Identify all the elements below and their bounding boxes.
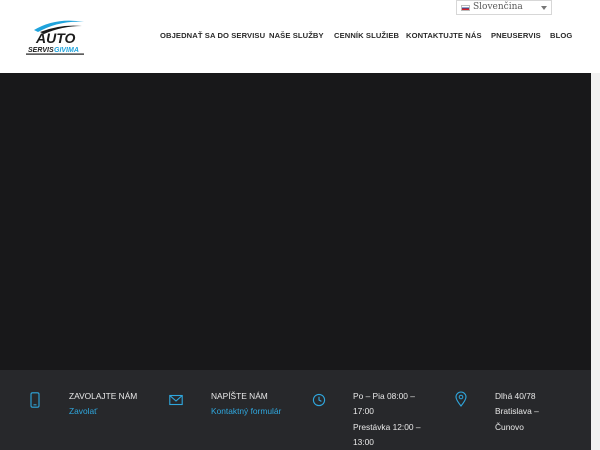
write-title: NAPÍŠTE NÁM xyxy=(211,391,268,401)
contact-form-link[interactable]: Kontaktný formulár xyxy=(211,404,281,419)
main-navigation: OBJEDNAŤ SA DO SERVISU NAŠE SLUŽBY CENNÍ… xyxy=(0,31,600,45)
page-scrollbar-track[interactable] xyxy=(591,73,600,450)
nav-item-pneuservis[interactable]: PNEUSERVIS xyxy=(491,31,541,40)
nav-item-nase-sluzby[interactable]: NAŠE SLUŽBY xyxy=(269,31,324,40)
nav-item-kontakt[interactable]: KONTAKTUJTE NÁS xyxy=(406,31,482,40)
nav-item-cennik[interactable]: CENNÍK SLUŽIEB xyxy=(334,31,399,40)
logo-text-givima: GIVIMA xyxy=(54,47,79,54)
slovak-flag-icon xyxy=(461,4,470,11)
contact-bar: ZAVOLAJTE NÁM Zavolať NAPÍŠTE NÁM Kontak… xyxy=(0,370,591,450)
language-selected-label: Slovenčina xyxy=(473,2,523,12)
hours-line-4: 13:00 xyxy=(353,437,374,447)
site-header: AUTO SERVIS GIVIMA Slovenčina OBJEDNAŤ S… xyxy=(0,0,600,73)
clock-icon xyxy=(312,392,326,408)
hours-line-3: Prestávka 12:00 – xyxy=(353,422,421,432)
address-line-2: Bratislava – xyxy=(495,406,539,416)
mail-icon xyxy=(169,392,183,408)
phone-icon xyxy=(28,392,42,408)
nav-item-blog[interactable]: BLOG xyxy=(550,31,572,40)
call-title: ZAVOLAJTE NÁM xyxy=(69,391,138,401)
hours-line-2: 17:00 xyxy=(353,406,374,416)
nav-item-objednat[interactable]: OBJEDNAŤ SA DO SERVISU xyxy=(160,31,265,40)
address-line-1: Dlhá 40/78 xyxy=(495,391,536,401)
address-line-3: Čunovo xyxy=(495,422,524,432)
language-select[interactable]: Slovenčina xyxy=(456,0,552,15)
logo-text-servis: SERVIS xyxy=(28,47,54,54)
location-pin-icon xyxy=(454,391,468,407)
hero-section xyxy=(0,73,591,370)
call-link[interactable]: Zavolať xyxy=(69,404,97,419)
hours-line-1: Po – Pia 08:00 – xyxy=(353,391,415,401)
chevron-down-icon xyxy=(541,6,547,10)
